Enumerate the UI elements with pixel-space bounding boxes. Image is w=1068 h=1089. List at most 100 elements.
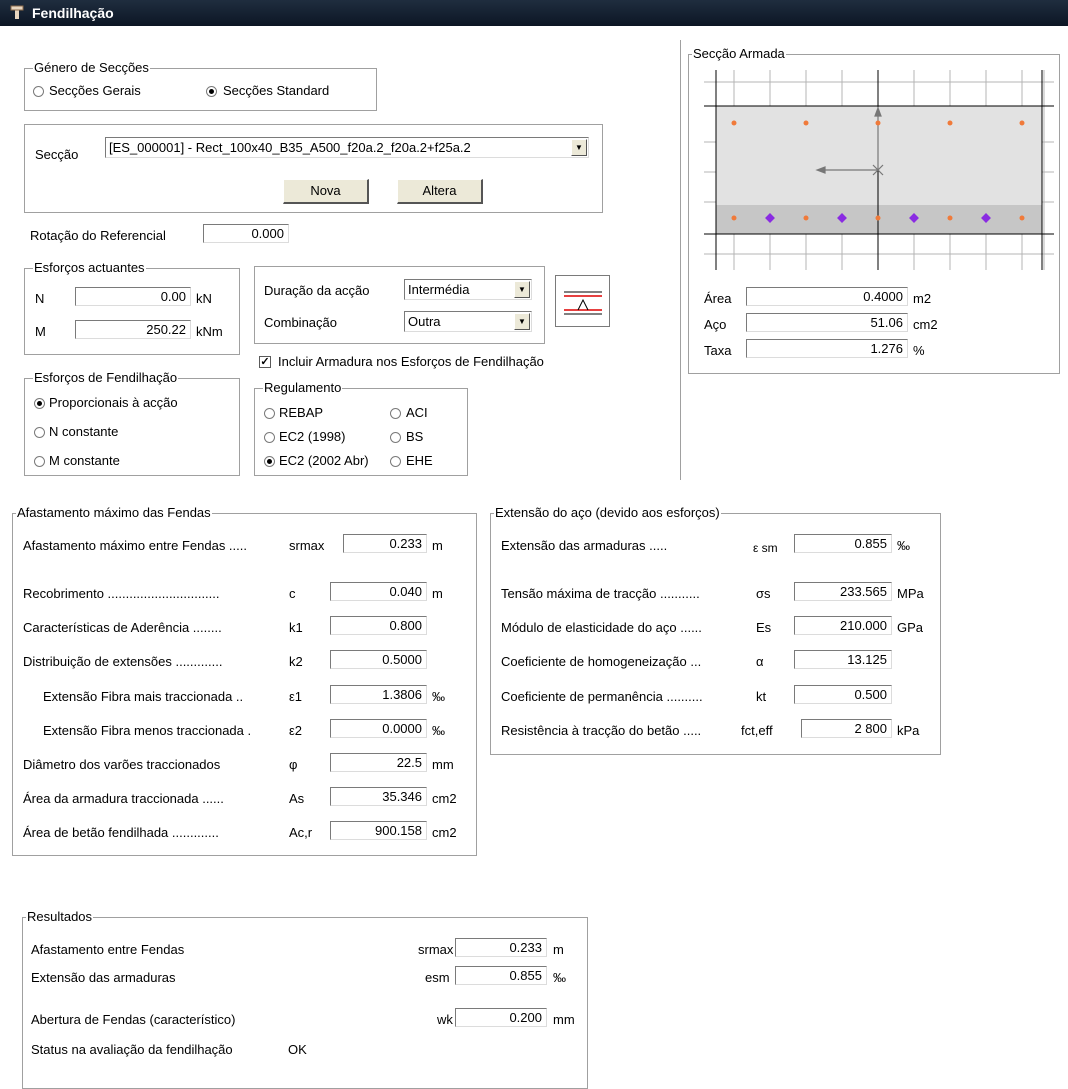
ext-row-sym: σs <box>756 586 771 601</box>
res-row-unit: mm <box>553 1012 575 1027</box>
radio-rebap[interactable] <box>264 408 275 419</box>
aco-input[interactable]: 51.06 <box>746 313 908 332</box>
window-title: Fendilhação <box>32 5 114 21</box>
ext-row-unit: ‰ <box>897 538 910 553</box>
label-aci: ACI <box>406 405 428 420</box>
res-row-sym: srmax <box>418 942 454 957</box>
srmax-input[interactable]: 0.233 <box>343 534 427 553</box>
genero-group: Género de Secções Secções Gerais Secções… <box>24 60 377 111</box>
acr-input[interactable]: 900.158 <box>330 821 427 840</box>
esm-input[interactable]: 0.855 <box>794 534 892 553</box>
afast-row-unit: ‰ <box>432 689 445 704</box>
duracao-select[interactable]: Intermédia ▼ <box>404 279 532 300</box>
afast-row-sym: k2 <box>289 654 303 669</box>
kt-input[interactable]: 0.500 <box>794 685 892 704</box>
extensao-title: Extensão do aço (devido aos esforços) <box>494 505 721 521</box>
label-proporcionais: Proporcionais à acção <box>49 395 178 410</box>
es-input[interactable]: 210.000 <box>794 616 892 635</box>
radio-seccoes-standard[interactable] <box>206 86 217 97</box>
afast-row-unit: ‰ <box>432 723 445 738</box>
resultados-group: Resultados Afastamento entre Fendas srma… <box>22 909 588 1089</box>
afast-row-sym: ε1 <box>289 689 303 704</box>
chevron-down-icon[interactable]: ▼ <box>514 281 530 298</box>
ext-row-label: Resistência à tracção do betão ..... <box>501 723 702 738</box>
afast-row-sym: As <box>289 791 305 806</box>
duracao-value: Intermédia <box>408 282 470 297</box>
afast-row-label: Características de Aderência ........ <box>23 620 222 635</box>
label-rebap: REBAP <box>279 405 324 420</box>
diagram-button[interactable] <box>555 275 610 327</box>
label-seccoes-gerais: Secções Gerais <box>49 83 141 98</box>
k1-input[interactable]: 0.800 <box>330 616 427 635</box>
n-unit: kN <box>196 291 212 306</box>
seccao-select[interactable]: [ES_000001] - Rect_100x40_B35_A500_f20a.… <box>105 137 589 158</box>
afast-row-sym: ε2 <box>289 723 303 738</box>
e2-input[interactable]: 0.0000 <box>330 719 427 738</box>
afast-row-sym: c <box>289 586 296 601</box>
res-row-unit: ‰ <box>553 970 566 985</box>
n-input[interactable]: 0.00 <box>75 287 191 306</box>
radio-ehe[interactable] <box>390 456 401 467</box>
taxa-label: Taxa <box>704 343 732 358</box>
afast-row-label: Extensão Fibra mais traccionada .. <box>43 689 244 704</box>
res-row-label: Abertura de Fendas (característico) <box>31 1012 236 1027</box>
altera-button[interactable]: Altera <box>397 179 483 204</box>
radio-bs[interactable] <box>390 432 401 443</box>
taxa-input[interactable]: 1.276 <box>746 339 908 358</box>
ext-row-sym: α <box>756 654 764 669</box>
area-input[interactable]: 0.4000 <box>746 287 908 306</box>
e1-input[interactable]: 1.3806 <box>330 685 427 704</box>
ext-row-label: Coeficiente de permanência .......... <box>501 689 703 704</box>
afast-row-label: Área de betão fendilhada ............. <box>23 825 219 840</box>
label-ehe: EHE <box>406 453 433 468</box>
combinacao-label: Combinação <box>264 315 337 330</box>
radio-ec2-2002[interactable] <box>264 456 275 467</box>
as-input[interactable]: 35.346 <box>330 787 427 806</box>
chevron-down-icon[interactable]: ▼ <box>514 313 530 330</box>
combinacao-value: Outra <box>408 314 441 329</box>
chevron-down-icon[interactable]: ▼ <box>571 139 587 156</box>
res-wk-input[interactable]: 0.200 <box>455 1008 547 1027</box>
m-input[interactable]: 250.22 <box>75 320 191 339</box>
fcteff-input[interactable]: 2 800 <box>801 719 892 738</box>
extensao-group: Extensão do aço (devido aos esforços) Ex… <box>490 505 941 755</box>
resultados-title: Resultados <box>26 909 94 925</box>
radio-proporcionais[interactable] <box>34 398 45 409</box>
phi-input[interactable]: 22.5 <box>330 753 427 772</box>
m-unit: kNm <box>196 324 223 339</box>
aco-unit: cm2 <box>913 317 938 332</box>
ext-row-label: Módulo de elasticidade do aço ...... <box>501 620 702 635</box>
combinacao-select[interactable]: Outra ▼ <box>404 311 532 332</box>
radio-n-constante[interactable] <box>34 427 45 438</box>
ext-row-sym: kt <box>756 689 767 704</box>
afast-row-label: Distribuição de extensões ............. <box>23 654 223 669</box>
n-label: N <box>35 291 45 306</box>
ext-row-label: Coeficiente de homogeneização ... <box>501 654 702 669</box>
regulamento-title: Regulamento <box>263 380 343 396</box>
duracao-label: Duração da acção <box>264 283 370 298</box>
seccao-armada-group: Secção Armada Área 0.4000 m2 Aço 51.06 c… <box>688 46 1060 374</box>
esforcos-fend-group: Esforços de Fendilhação Proporcionais à … <box>24 370 240 476</box>
rotacao-input[interactable]: 0.000 <box>203 224 289 243</box>
esforcos-group: Esforços actuantes N 0.00 kN M 250.22 kN… <box>24 260 240 355</box>
alpha-input[interactable]: 13.125 <box>794 650 892 669</box>
radio-m-constante[interactable] <box>34 456 45 467</box>
res-esm-input[interactable]: 0.855 <box>455 966 547 985</box>
ext-row-sym: fct,eff <box>741 723 773 738</box>
ext-row-label: Extensão das armaduras ..... <box>501 538 668 553</box>
k2-input[interactable]: 0.5000 <box>330 650 427 669</box>
afastamento-title: Afastamento máximo das Fendas <box>16 505 212 521</box>
res-row-unit: m <box>553 942 564 957</box>
section-drawing <box>704 70 1054 270</box>
radio-ec2-1998[interactable] <box>264 432 275 443</box>
radio-aci[interactable] <box>390 408 401 419</box>
radio-seccoes-gerais[interactable] <box>33 86 44 97</box>
sigma-input[interactable]: 233.565 <box>794 582 892 601</box>
nova-button[interactable]: Nova <box>283 179 369 204</box>
genero-title: Género de Secções <box>33 60 150 76</box>
c-input[interactable]: 0.040 <box>330 582 427 601</box>
afast-row-label: Diâmetro dos varões traccionados <box>23 757 221 772</box>
incluir-checkbox[interactable]: ✓ <box>259 356 271 368</box>
res-srmax-input[interactable]: 0.233 <box>455 938 547 957</box>
title-bar: Fendilhação <box>0 0 1068 26</box>
